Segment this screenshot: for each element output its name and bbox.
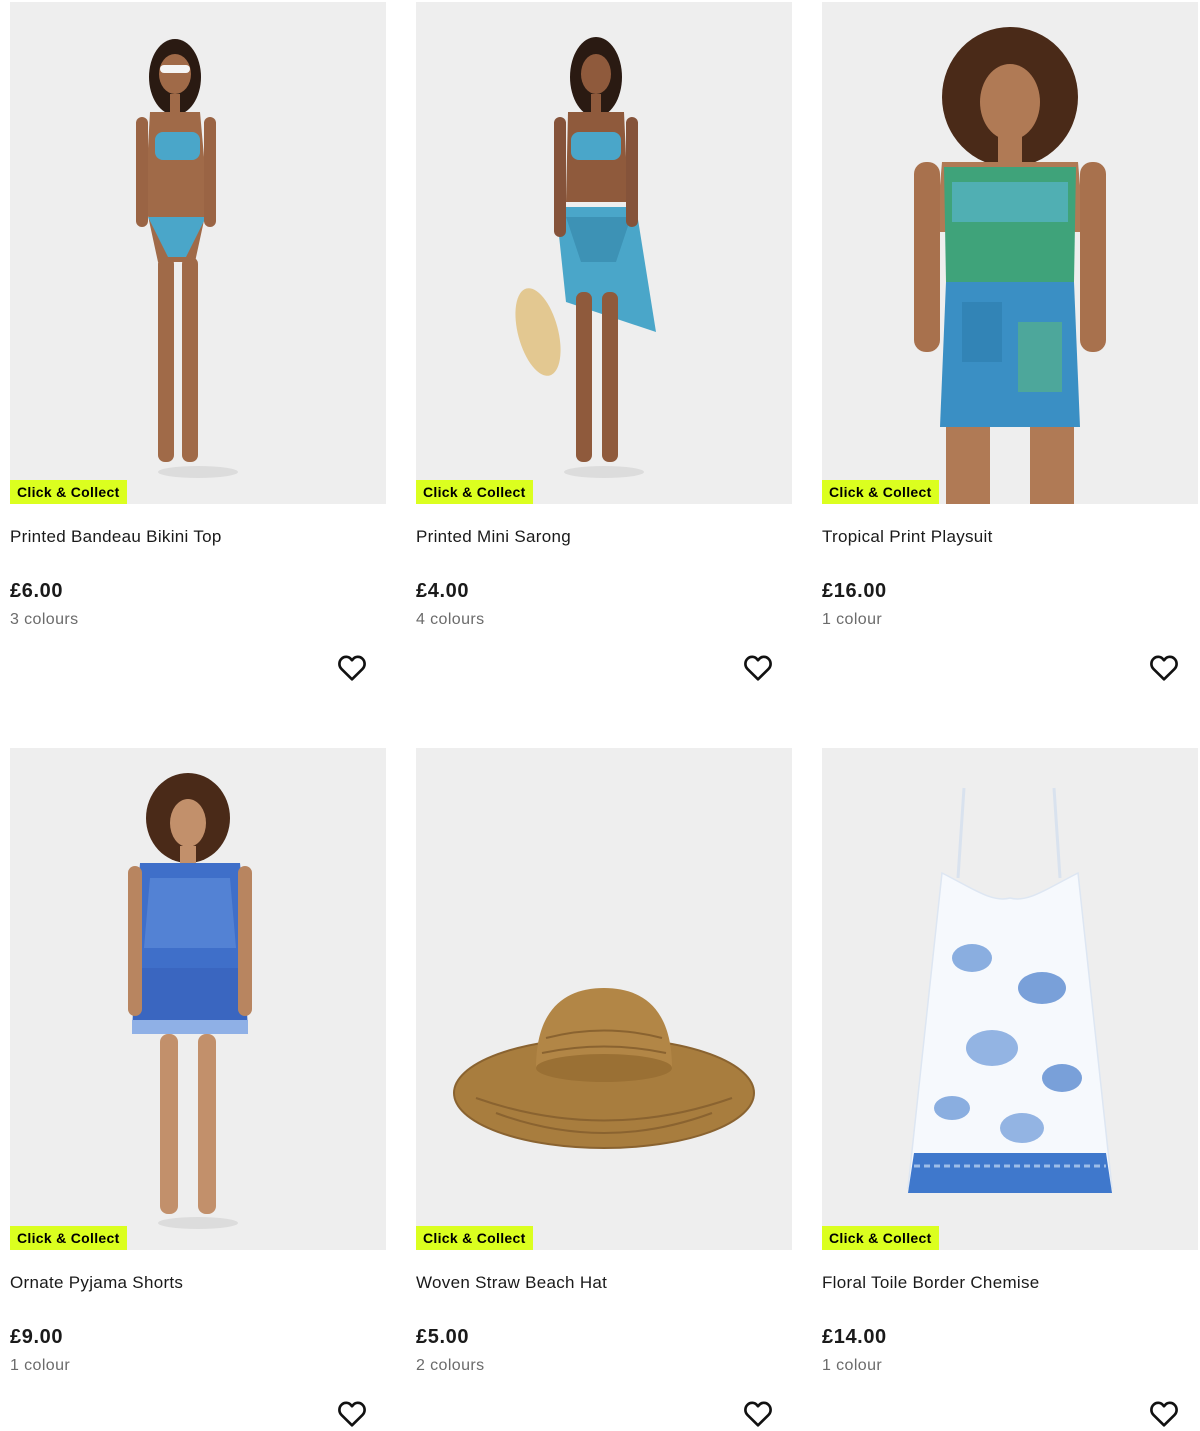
product-card[interactable]: Click & Collect Printed Mini Sarong £4.0… <box>416 2 792 702</box>
pyjama-model-illustration <box>128 773 252 1229</box>
product-card[interactable]: Click & Collect Tropical Print Playsuit … <box>822 2 1198 702</box>
product-colours: 1 colour <box>10 1357 71 1374</box>
straw-hat-illustration <box>453 988 755 1149</box>
click-collect-badge: Click & Collect <box>416 1226 533 1250</box>
product-image[interactable]: Click & Collect <box>416 748 792 1250</box>
heart-icon[interactable] <box>336 652 368 684</box>
product-image[interactable]: Click & Collect <box>416 2 792 504</box>
click-collect-badge: Click & Collect <box>10 480 127 504</box>
product-price: £6.00 <box>10 580 64 602</box>
playsuit-model-illustration <box>914 27 1106 504</box>
heart-icon[interactable] <box>742 1398 774 1430</box>
product-image[interactable]: Click & Collect <box>10 2 386 504</box>
heart-icon[interactable] <box>742 652 774 684</box>
product-colours: 3 colours <box>10 611 79 628</box>
product-card[interactable]: Click & Collect Floral Toile Border Chem… <box>822 748 1198 1431</box>
product-price: £14.00 <box>822 1326 887 1348</box>
product-price: £16.00 <box>822 580 887 602</box>
product-card[interactable]: Click & Collect Ornate Pyjama Shorts £9.… <box>10 748 386 1431</box>
product-name[interactable]: Ornate Pyjama Shorts <box>10 1273 183 1293</box>
bikini-model-illustration <box>136 39 238 478</box>
product-colours: 2 colours <box>416 1357 485 1374</box>
click-collect-badge: Click & Collect <box>822 480 939 504</box>
click-collect-badge: Click & Collect <box>10 1226 127 1250</box>
product-card[interactable]: Click & Collect Woven Straw Beach Hat £5… <box>416 748 792 1431</box>
product-colours: 4 colours <box>416 611 485 628</box>
product-colours: 1 colour <box>822 611 883 628</box>
product-image[interactable]: Click & Collect <box>822 2 1198 504</box>
click-collect-badge: Click & Collect <box>822 1226 939 1250</box>
heart-icon[interactable] <box>1148 1398 1180 1430</box>
click-collect-badge: Click & Collect <box>416 480 533 504</box>
product-name[interactable]: Printed Bandeau Bikini Top <box>10 527 222 547</box>
floral-chemise-illustration <box>907 787 1113 1193</box>
product-name[interactable]: Floral Toile Border Chemise <box>822 1273 1040 1293</box>
sarong-model-illustration <box>515 37 656 478</box>
product-colours: 1 colour <box>822 1357 883 1374</box>
heart-icon[interactable] <box>1148 652 1180 684</box>
product-image[interactable]: Click & Collect <box>10 748 386 1250</box>
product-name[interactable]: Printed Mini Sarong <box>416 527 571 547</box>
product-name[interactable]: Tropical Print Playsuit <box>822 527 993 547</box>
product-price: £5.00 <box>416 1326 470 1348</box>
product-card[interactable]: Click & Collect Printed Bandeau Bikini T… <box>10 2 386 702</box>
product-image[interactable]: Click & Collect <box>822 748 1198 1250</box>
product-price: £9.00 <box>10 1326 64 1348</box>
product-grid: Click & Collect Printed Bandeau Bikini T… <box>0 0 1200 1431</box>
heart-icon[interactable] <box>336 1398 368 1430</box>
product-price: £4.00 <box>416 580 470 602</box>
product-name[interactable]: Woven Straw Beach Hat <box>416 1273 607 1293</box>
